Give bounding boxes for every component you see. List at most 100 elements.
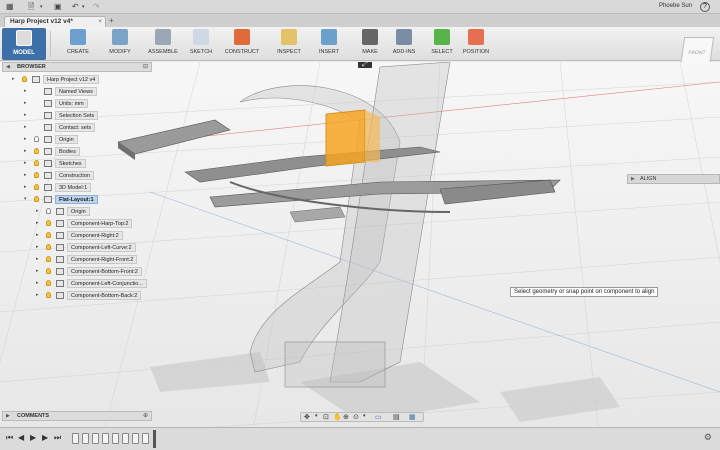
- timeline-first-icon[interactable]: ⏮: [6, 433, 13, 443]
- expand-comments-icon[interactable]: ▶: [6, 413, 10, 419]
- visibility-bulb-icon[interactable]: [46, 268, 51, 274]
- timeline-step[interactable]: [72, 433, 79, 444]
- visibility-bulb-icon[interactable]: [34, 184, 39, 190]
- visibility-bulb-icon[interactable]: [46, 208, 51, 214]
- expand-arrow-icon[interactable]: ▸: [24, 135, 30, 144]
- visibility-bulb-icon[interactable]: [46, 292, 51, 298]
- timeline-prev-icon[interactable]: ◀: [18, 433, 24, 442]
- browser-node[interactable]: ▸ Component-Left-Curve:2: [8, 243, 158, 252]
- browser-node[interactable]: ▸ 3D Model:1: [8, 183, 158, 192]
- browser-node[interactable]: ▸ Sketches: [8, 159, 158, 168]
- visibility-bulb-icon[interactable]: [34, 148, 39, 154]
- toolbar-create-button[interactable]: CREATE: [58, 29, 98, 59]
- browser-node[interactable]: ▾ Flat-Layout:1: [8, 195, 158, 204]
- toolbar-position-button[interactable]: POSITION: [456, 29, 496, 59]
- visibility-bulb-icon[interactable]: [46, 256, 51, 262]
- browser-node[interactable]: ▸ Component-Right:2: [8, 231, 158, 240]
- visibility-bulb-icon[interactable]: [34, 196, 39, 202]
- browser-node[interactable]: ▸ Units: mm: [8, 99, 158, 108]
- timeline-step[interactable]: [122, 433, 129, 444]
- browser-node[interactable]: ▸ Named Views: [8, 87, 158, 96]
- orbit-dropdown-icon[interactable]: ▾: [315, 413, 318, 419]
- toolbar-assemble-button[interactable]: ASSEMBLE: [143, 29, 183, 59]
- timeline-settings-icon[interactable]: ⚙: [704, 432, 712, 443]
- undo-dropdown-icon[interactable]: ▾: [82, 2, 85, 12]
- comments-add-icon[interactable]: ⊕: [143, 412, 148, 419]
- browser-node[interactable]: ▸ Harp Project v12 v4: [8, 75, 158, 84]
- browser-node[interactable]: ▸ Bodies: [8, 147, 158, 156]
- expand-arrow-icon[interactable]: ▸: [36, 231, 42, 240]
- collapse-align-icon[interactable]: ▶: [631, 175, 635, 183]
- grid-menu-icon[interactable]: ▦: [6, 2, 14, 12]
- expand-arrow-icon[interactable]: ▸: [24, 159, 30, 168]
- timeline-next-icon[interactable]: ▶: [42, 433, 48, 442]
- toolbar-construct-button[interactable]: CONSTRUCT: [222, 29, 262, 59]
- expand-arrow-icon[interactable]: ▾: [24, 195, 30, 204]
- visibility-bulb-icon[interactable]: [34, 172, 39, 178]
- expand-arrow-icon[interactable]: ▸: [36, 255, 42, 264]
- timeline-step[interactable]: [142, 433, 149, 444]
- visibility-bulb-icon[interactable]: [46, 244, 51, 250]
- undo-icon[interactable]: ↶: [72, 2, 79, 12]
- align-panel-header[interactable]: ▶ ALIGN: [627, 174, 720, 184]
- document-tab[interactable]: Harp Project v12 v4* ×: [4, 16, 106, 27]
- visibility-bulb-icon[interactable]: [46, 232, 51, 238]
- file-dropdown-icon[interactable]: ▾: [40, 2, 43, 12]
- expand-arrow-icon[interactable]: ▸: [36, 207, 42, 216]
- browser-node[interactable]: ▸ Component-Bottom-Back:2: [8, 291, 158, 300]
- browser-node[interactable]: ▸ Component-Bottom-Front:2: [8, 267, 158, 276]
- close-tab-icon[interactable]: ×: [98, 17, 102, 27]
- toolbar-insert-button[interactable]: INSERT: [309, 29, 349, 59]
- expand-arrow-icon[interactable]: ▸: [36, 291, 42, 300]
- timeline-step[interactable]: [132, 433, 139, 444]
- browser-node[interactable]: ▸ Component-Left-Conjunctio...: [8, 279, 158, 288]
- zoom-dropdown-icon[interactable]: ▾: [363, 413, 366, 419]
- pan-icon[interactable]: ✋: [333, 413, 342, 421]
- look-at-icon[interactable]: ⊡: [323, 413, 329, 421]
- new-tab-icon[interactable]: +: [109, 16, 114, 25]
- visibility-bulb-icon[interactable]: [46, 280, 51, 286]
- timeline-step[interactable]: [102, 433, 109, 444]
- expand-arrow-icon[interactable]: ▸: [36, 243, 42, 252]
- browser-panel-header[interactable]: ◀ BROWSER ⊟: [2, 62, 152, 72]
- browser-node[interactable]: ▸ Construction: [8, 171, 158, 180]
- browser-node[interactable]: ▸ Component-Harp-Top:2: [8, 219, 158, 228]
- expand-arrow-icon[interactable]: ▸: [24, 111, 30, 120]
- expand-arrow-icon[interactable]: ▸: [36, 219, 42, 228]
- redo-icon[interactable]: ↷: [93, 2, 100, 12]
- browser-node[interactable]: ▸ Contact: sets: [8, 123, 158, 132]
- visibility-bulb-icon[interactable]: [22, 76, 27, 82]
- comments-panel-header[interactable]: ▶ COMMENTS ⊕: [2, 411, 152, 421]
- timeline-step[interactable]: [92, 433, 99, 444]
- expand-arrow-icon[interactable]: ▸: [24, 123, 30, 132]
- expand-arrow-icon[interactable]: ▸: [24, 87, 30, 96]
- toolbar-modify-button[interactable]: MODIFY: [100, 29, 140, 59]
- visibility-bulb-icon[interactable]: [46, 220, 51, 226]
- timeline-last-icon[interactable]: ⏭: [54, 433, 61, 443]
- fit-icon[interactable]: ⊙: [353, 413, 359, 421]
- expand-arrow-icon[interactable]: ▸: [12, 75, 18, 84]
- expand-arrow-icon[interactable]: ▸: [36, 279, 42, 288]
- expand-arrow-icon[interactable]: ▸: [24, 147, 30, 156]
- user-name[interactable]: Phoebe Sun: [659, 3, 692, 9]
- workspace-switcher[interactable]: MODEL: [2, 28, 46, 60]
- visibility-bulb-icon[interactable]: [34, 136, 39, 142]
- toolbar-addins-button[interactable]: ADD-INS: [384, 29, 424, 59]
- browser-node[interactable]: ▸ Component-Right-Front:2: [8, 255, 158, 264]
- visibility-bulb-icon[interactable]: [34, 160, 39, 166]
- expand-arrow-icon[interactable]: ▸: [24, 171, 30, 180]
- orbit-icon[interactable]: ✥: [304, 413, 310, 421]
- selected-component[interactable]: [325, 109, 366, 167]
- zoom-icon[interactable]: ⊕: [343, 413, 349, 421]
- grid-settings-icon[interactable]: ▤: [393, 413, 400, 421]
- timeline-marker[interactable]: [153, 430, 156, 448]
- expand-arrow-icon[interactable]: ▸: [24, 183, 30, 192]
- expand-arrow-icon[interactable]: ▸: [24, 99, 30, 108]
- toolbar-inspect-button[interactable]: INSPECT: [269, 29, 309, 59]
- viewports-icon[interactable]: ▦: [409, 413, 416, 421]
- timeline-step[interactable]: [82, 433, 89, 444]
- file-icon[interactable]: 🗎: [28, 2, 34, 12]
- browser-pin-icon[interactable]: ⊟: [143, 63, 148, 70]
- timeline-step[interactable]: [112, 433, 119, 444]
- save-icon[interactable]: ▣: [54, 2, 62, 12]
